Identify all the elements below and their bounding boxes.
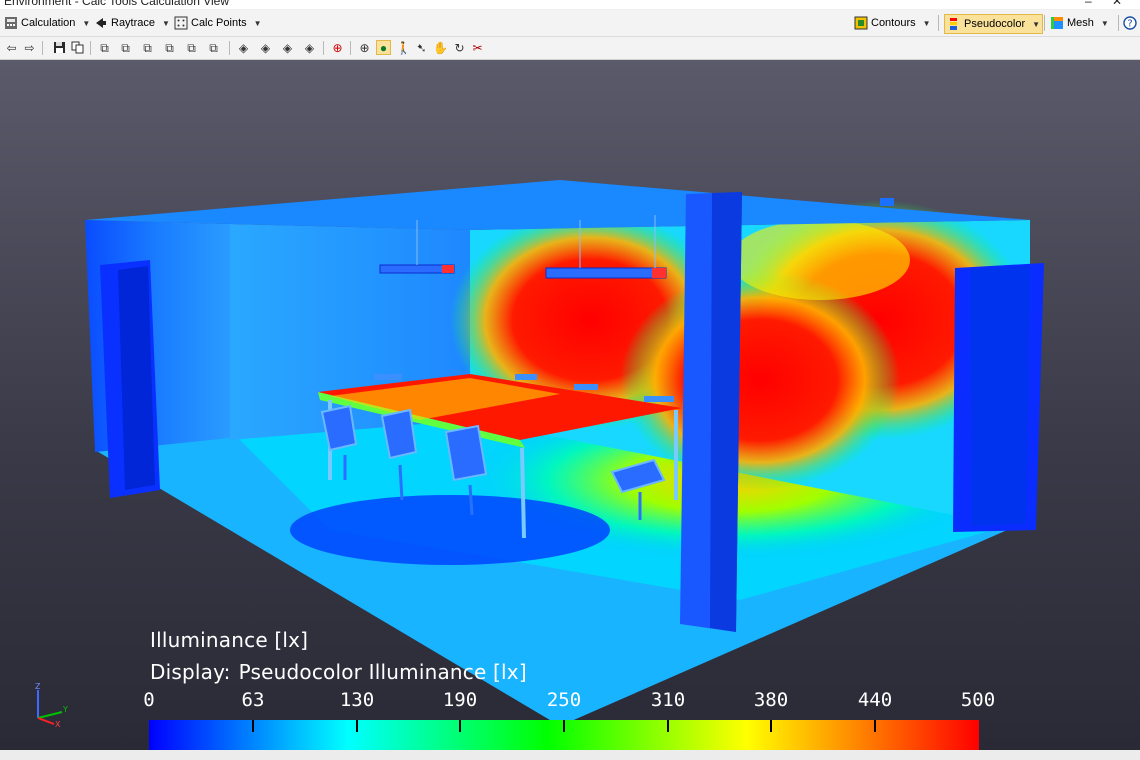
- raytrace-icon: [96, 18, 106, 28]
- separator: [229, 41, 230, 55]
- calculation-label: Calculation: [21, 17, 76, 29]
- render-viewport[interactable]: Illuminance [lx] Display: Pseudocolor Ill…: [0, 60, 1140, 750]
- back-arrow-icon[interactable]: ⇦: [4, 40, 19, 55]
- mesh-label: Mesh: [1067, 17, 1094, 29]
- separator: [938, 15, 939, 31]
- scale-tick-label: 190: [442, 689, 478, 711]
- close-icon[interactable]: ✕: [1112, 0, 1122, 8]
- view-toolbar: ⇦ ⇨ ⧉ ⧉ ⧉ ⧉ ⧉ ⧉ ◈ ◈ ◈ ◈ ⊕ ⊕ ● 🚶 ➷ ✋ ↻ ✂: [0, 37, 1140, 60]
- separator: [323, 41, 324, 55]
- dropdown-arrow-icon[interactable]: ▼: [82, 19, 90, 28]
- separator: [90, 41, 91, 55]
- legend-title: Illuminance [lx]: [150, 628, 309, 652]
- scale-tick-mark: [563, 720, 565, 732]
- axis-x-label: X: [55, 720, 61, 728]
- contours-label: Contours: [871, 17, 916, 29]
- axis-z-label: Z: [35, 682, 41, 691]
- scale-tick-label: 63: [241, 689, 265, 711]
- zoom-icon[interactable]: ⊕: [357, 40, 372, 55]
- minimize-icon[interactable]: –: [1085, 0, 1092, 8]
- walk-icon[interactable]: 🚶: [396, 40, 411, 55]
- separator: [42, 41, 43, 55]
- orbit-2-icon[interactable]: ◈: [258, 40, 273, 55]
- svg-text:?: ?: [1127, 19, 1132, 30]
- pseudocolor-icon: [950, 18, 957, 30]
- grid-points-icon: [174, 16, 188, 30]
- scale-tick-label: 0: [143, 689, 155, 711]
- calc-points-menu[interactable]: Calc Points ▼: [172, 14, 264, 32]
- dropdown-arrow-icon[interactable]: ▼: [1032, 20, 1040, 29]
- status-bar: [0, 750, 1140, 760]
- axis-triad-icon: Z Y X: [35, 682, 68, 728]
- contours-menu[interactable]: Contours ▼: [852, 14, 933, 32]
- mesh-icon: [1051, 17, 1063, 29]
- axis-y-label: Y: [62, 705, 68, 714]
- clip-icon[interactable]: ✂: [470, 40, 485, 55]
- view-back-icon[interactable]: ⧉: [118, 40, 133, 55]
- dropdown-arrow-icon[interactable]: ▼: [1101, 19, 1109, 28]
- dropdown-arrow-icon[interactable]: ▼: [162, 19, 170, 28]
- main-toolbar: Calculation ▼ Raytrace ▼ Calc Points ▼ C…: [0, 10, 1140, 37]
- help-icon: ?: [1123, 16, 1137, 30]
- scale-tick-mark: [667, 720, 669, 732]
- save-icon[interactable]: [52, 40, 67, 55]
- scale-tick-label: 250: [546, 689, 582, 711]
- pseudocolor-menu[interactable]: Pseudocolor ▼: [944, 14, 1044, 34]
- scale-tick-label: 310: [650, 689, 686, 711]
- fly-icon[interactable]: ➷: [414, 40, 429, 55]
- contours-icon: [854, 16, 868, 30]
- rotate-icon[interactable]: ↻: [452, 40, 467, 55]
- orbit-4-icon[interactable]: ◈: [302, 40, 317, 55]
- orbit-1-icon[interactable]: ◈: [236, 40, 251, 55]
- view-iso-icon[interactable]: ⧉: [206, 40, 221, 55]
- mesh-menu[interactable]: Mesh ▼: [1048, 14, 1111, 32]
- legend-display: Display: Pseudocolor Illuminance [lx]: [150, 660, 527, 684]
- legend-display-label: Display:: [150, 660, 231, 684]
- scale-tick-mark: [356, 720, 358, 732]
- raytrace-menu[interactable]: Raytrace ▼: [92, 14, 172, 32]
- pan-icon[interactable]: ✋: [433, 40, 448, 55]
- scale-tick-label: 500: [960, 689, 996, 711]
- dropdown-arrow-icon[interactable]: ▼: [923, 19, 931, 28]
- scale-tick-label: 380: [753, 689, 789, 711]
- pseudocolor-label: Pseudocolor: [964, 18, 1026, 30]
- separator: [350, 41, 351, 55]
- orbit-active-icon[interactable]: ●: [376, 40, 391, 55]
- calc-points-label: Calc Points: [191, 17, 247, 29]
- separator: [1118, 15, 1119, 31]
- dropdown-arrow-icon[interactable]: ▼: [254, 19, 262, 28]
- scale-tick-mark: [770, 720, 772, 732]
- view-right-icon[interactable]: ⧉: [162, 40, 177, 55]
- calculator-icon: [5, 17, 17, 29]
- scale-tick-mark: [459, 720, 461, 732]
- zoom-window-icon[interactable]: ⊕: [330, 40, 345, 55]
- title-bar: Environment - Calc Tools Calculation Vie…: [0, 0, 1140, 9]
- view-left-icon[interactable]: ⧉: [140, 40, 155, 55]
- raytrace-label: Raytrace: [111, 17, 156, 29]
- scale-tick-mark: [252, 720, 254, 732]
- scale-tick-label: 130: [339, 689, 375, 711]
- legend-display-value: Pseudocolor Illuminance [lx]: [238, 660, 527, 684]
- scale-tick-mark: [874, 720, 876, 732]
- help-button[interactable]: ?: [1121, 14, 1139, 32]
- calculation-menu[interactable]: Calculation ▼: [2, 14, 92, 32]
- forward-arrow-icon[interactable]: ⇨: [22, 40, 37, 55]
- orbit-3-icon[interactable]: ◈: [280, 40, 295, 55]
- scale-tick-label: 440: [857, 689, 893, 711]
- separator: [1044, 15, 1045, 31]
- copy-icon[interactable]: [70, 40, 85, 55]
- view-top-icon[interactable]: ⧉: [184, 40, 199, 55]
- window-title: Environment - Calc Tools Calculation Vie…: [4, 0, 229, 8]
- view-front-icon[interactable]: ⧉: [97, 40, 112, 55]
